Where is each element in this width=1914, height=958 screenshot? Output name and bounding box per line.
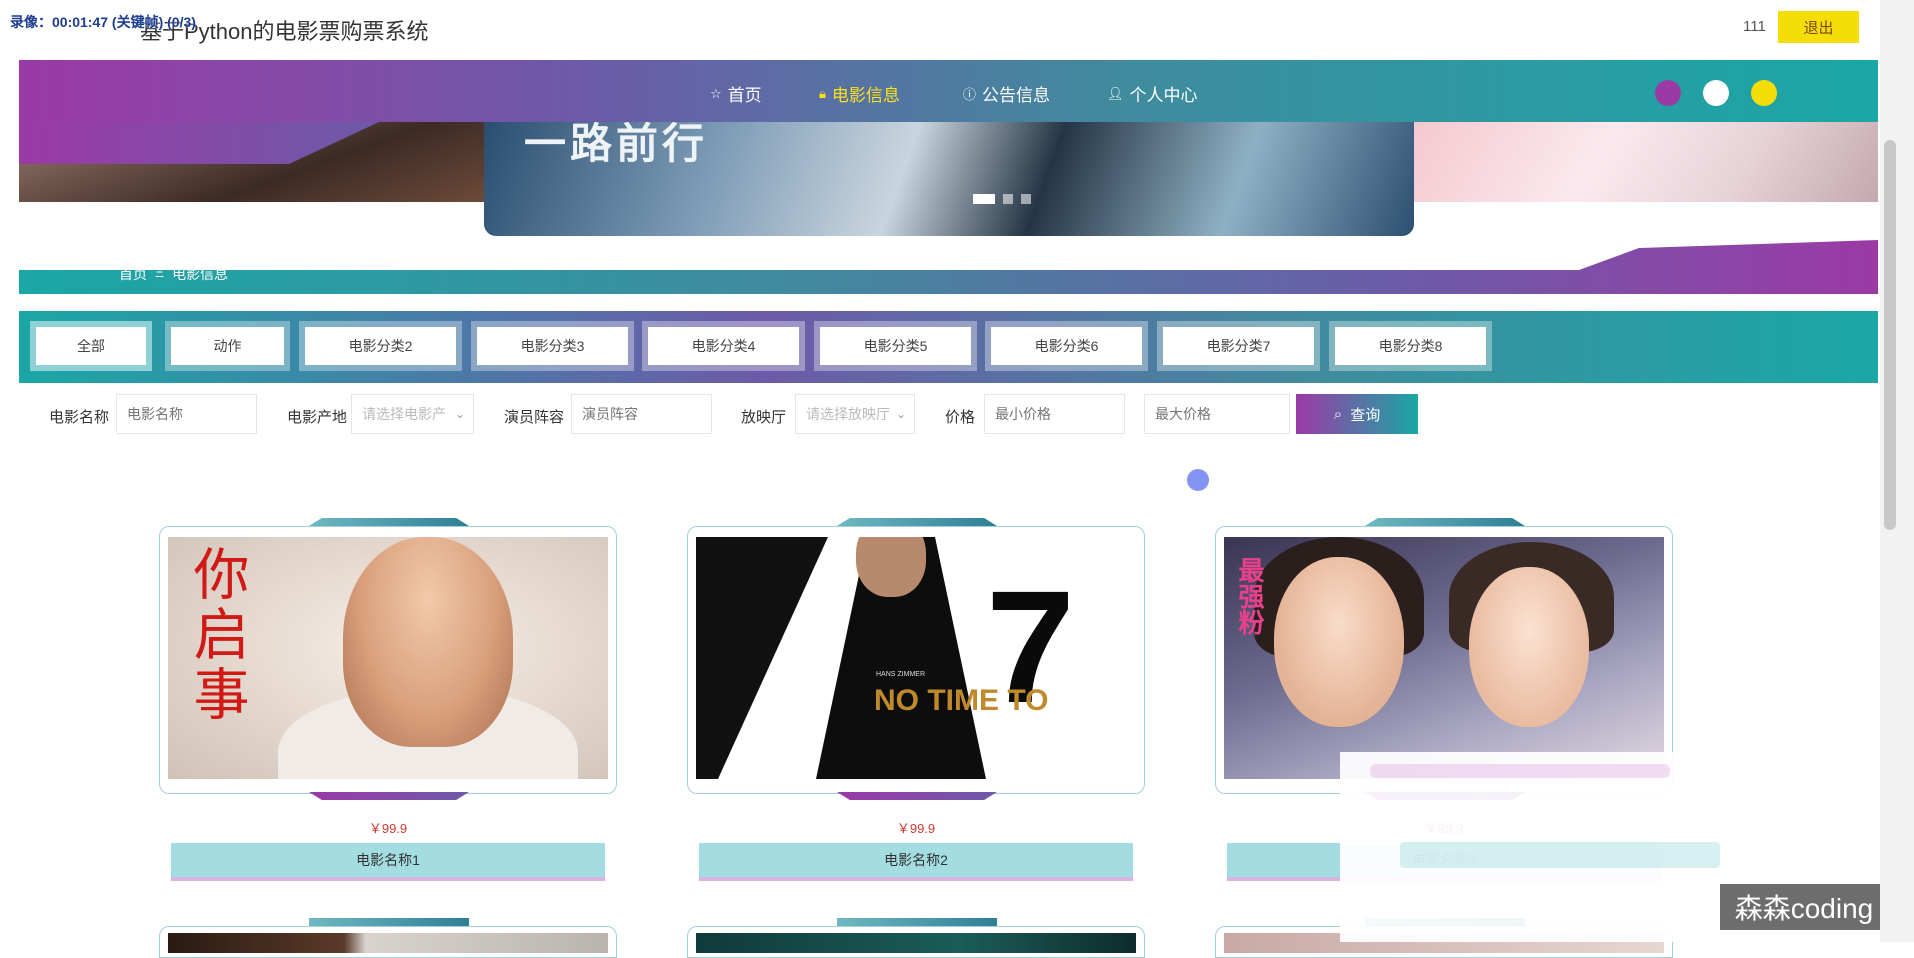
movie-price: ￥99.9 (368, 821, 408, 836)
banner-side-image-right (1414, 122, 1878, 202)
movie-poster[interactable]: 7 HANS ZIMMER NO TIME TO (696, 537, 1136, 779)
price-max-input[interactable] (1144, 394, 1290, 434)
recording-overlay: 录像：00:01:47 (关键帧) (0/3) (10, 14, 196, 30)
banner-main-image: 一路前行 (484, 122, 1414, 236)
theme-dot-purple[interactable] (1655, 80, 1681, 106)
card-frame-top (837, 518, 997, 526)
poster-sign: 最强粉 (1235, 557, 1265, 635)
nav-item-profile[interactable]: 👤︎ 个人中心 (1107, 81, 1198, 106)
category-label: 动作 (171, 327, 284, 365)
nav-label: 电影信息 (831, 86, 900, 105)
nav-item-notices[interactable]: ⓘ 公告信息 (963, 81, 1050, 106)
card-frame-bottom (837, 792, 997, 800)
search-button-label: 查询 (1350, 406, 1381, 424)
nav-label: 公告信息 (982, 86, 1051, 105)
breadcrumb: 首页 Ξ 电影信息 (119, 264, 228, 284)
category-label: 电影分类8 (1335, 327, 1486, 365)
poster-face (343, 537, 513, 747)
search-icon: ⌕ (1333, 405, 1343, 423)
blurred-shape (1370, 764, 1670, 778)
breadcrumb-separator: Ξ (155, 264, 165, 280)
hall-select-placeholder: 请选择放映厅 (806, 406, 890, 422)
poster-title: 你启事 (184, 545, 249, 725)
poster-face (1469, 567, 1589, 727)
card-frame-top (1365, 518, 1525, 526)
poster-title: NO TIME TO (874, 684, 1049, 717)
category-label: 电影分类3 (477, 327, 628, 365)
movie-poster (696, 933, 1136, 953)
theme-dot-yellow[interactable] (1751, 80, 1777, 106)
search-button[interactable]: ⌕ 查询 (1296, 394, 1418, 434)
blurred-shape (1400, 842, 1720, 868)
nav-item-home[interactable]: ☆ 首页 (710, 81, 762, 106)
poster-credit: HANS ZIMMER (876, 671, 925, 678)
breadcrumb-wave (19, 240, 1878, 294)
card-frame-bottom (309, 792, 469, 800)
movie-name[interactable]: 电影名称1 (171, 843, 605, 881)
theme-dot-white[interactable] (1703, 80, 1729, 106)
movie-card-peek[interactable] (159, 918, 617, 958)
category-label: 全部 (36, 327, 146, 365)
filter-price-label: 价格 (945, 409, 976, 426)
filter-cast-label: 演员阵容 (504, 409, 565, 426)
filter-name-label: 电影名称 (49, 409, 110, 426)
movie-poster (168, 933, 608, 953)
carousel-dot[interactable] (1003, 194, 1013, 204)
breadcrumb-strip: 首页 Ξ 电影信息 (19, 240, 1878, 294)
origin-select[interactable]: 请选择电影产 ⌄ (351, 394, 474, 434)
user-icon: 👤︎ (1107, 85, 1124, 101)
poster-face (1274, 557, 1404, 727)
category-bar: 全部 动作 电影分类2 电影分类3 电影分类4 电影分类5 电影分类6 电影分类… (19, 311, 1878, 383)
info-icon: ⓘ (963, 87, 977, 102)
cast-input[interactable] (571, 394, 712, 434)
category-label: 电影分类5 (820, 327, 971, 365)
breadcrumb-home[interactable]: 首页 (119, 264, 147, 284)
filter-hall-label: 放映厅 (741, 409, 787, 426)
carousel-dot-active[interactable] (973, 194, 995, 204)
category-all[interactable]: 全部 (30, 321, 152, 371)
hall-select[interactable]: 请选择放映厅 ⌄ (795, 394, 915, 434)
origin-select-placeholder: 请选择电影产 (362, 406, 446, 422)
chevron-down-icon: ⌄ (454, 407, 465, 421)
nav-item-movies[interactable]: 🔒︎ 电影信息 (819, 81, 900, 106)
card-frame-top (309, 918, 469, 926)
category-label: 电影分类4 (648, 327, 799, 365)
movie-poster[interactable]: 你启事 (168, 537, 608, 779)
mouse-cursor (1187, 469, 1209, 491)
nav-label: 个人中心 (1129, 86, 1198, 105)
category-5[interactable]: 电影分类5 (814, 321, 977, 371)
nav-label: 首页 (727, 86, 762, 105)
card-frame-top (837, 918, 997, 926)
category-label: 电影分类7 (1163, 327, 1314, 365)
category-label: 电影分类2 (305, 327, 456, 365)
username: 111 (1743, 18, 1766, 35)
lock-icon: 🔒︎ (819, 85, 826, 101)
carousel-dot[interactable] (1021, 194, 1031, 204)
price-min-input[interactable] (984, 394, 1125, 434)
breadcrumb-current: 电影信息 (172, 266, 229, 282)
star-icon: ☆ (710, 85, 722, 101)
movie-poster[interactable]: 最强粉 (1224, 537, 1664, 779)
card-frame-top (309, 518, 469, 526)
movie-card-peek[interactable] (687, 918, 1145, 958)
category-8[interactable]: 电影分类8 (1329, 321, 1492, 371)
category-7[interactable]: 电影分类7 (1157, 321, 1320, 371)
scrollbar-thumb[interactable] (1884, 140, 1896, 530)
banner-title: 一路前行 (524, 122, 709, 167)
watermark: 森森coding (1720, 884, 1888, 930)
logout-button[interactable]: 退出 (1778, 11, 1859, 43)
banner-carousel[interactable]: 一路前行 (19, 122, 1878, 240)
category-2[interactable]: 电影分类2 (299, 321, 462, 371)
movie-name-input[interactable] (116, 394, 257, 434)
movie-price: ￥99.9 (896, 821, 936, 836)
filter-origin-label: 电影产地 (287, 409, 348, 426)
main-nav: ☆ 首页 🔒︎ 电影信息 ⓘ 公告信息 👤︎ 个人中心 (19, 60, 1878, 122)
category-label: 电影分类6 (991, 327, 1142, 365)
category-4[interactable]: 电影分类4 (642, 321, 805, 371)
movie-name[interactable]: 电影名称2 (699, 843, 1133, 881)
category-action[interactable]: 动作 (165, 321, 290, 371)
category-3[interactable]: 电影分类3 (471, 321, 634, 371)
chevron-down-icon: ⌄ (895, 407, 906, 421)
category-6[interactable]: 电影分类6 (985, 321, 1148, 371)
